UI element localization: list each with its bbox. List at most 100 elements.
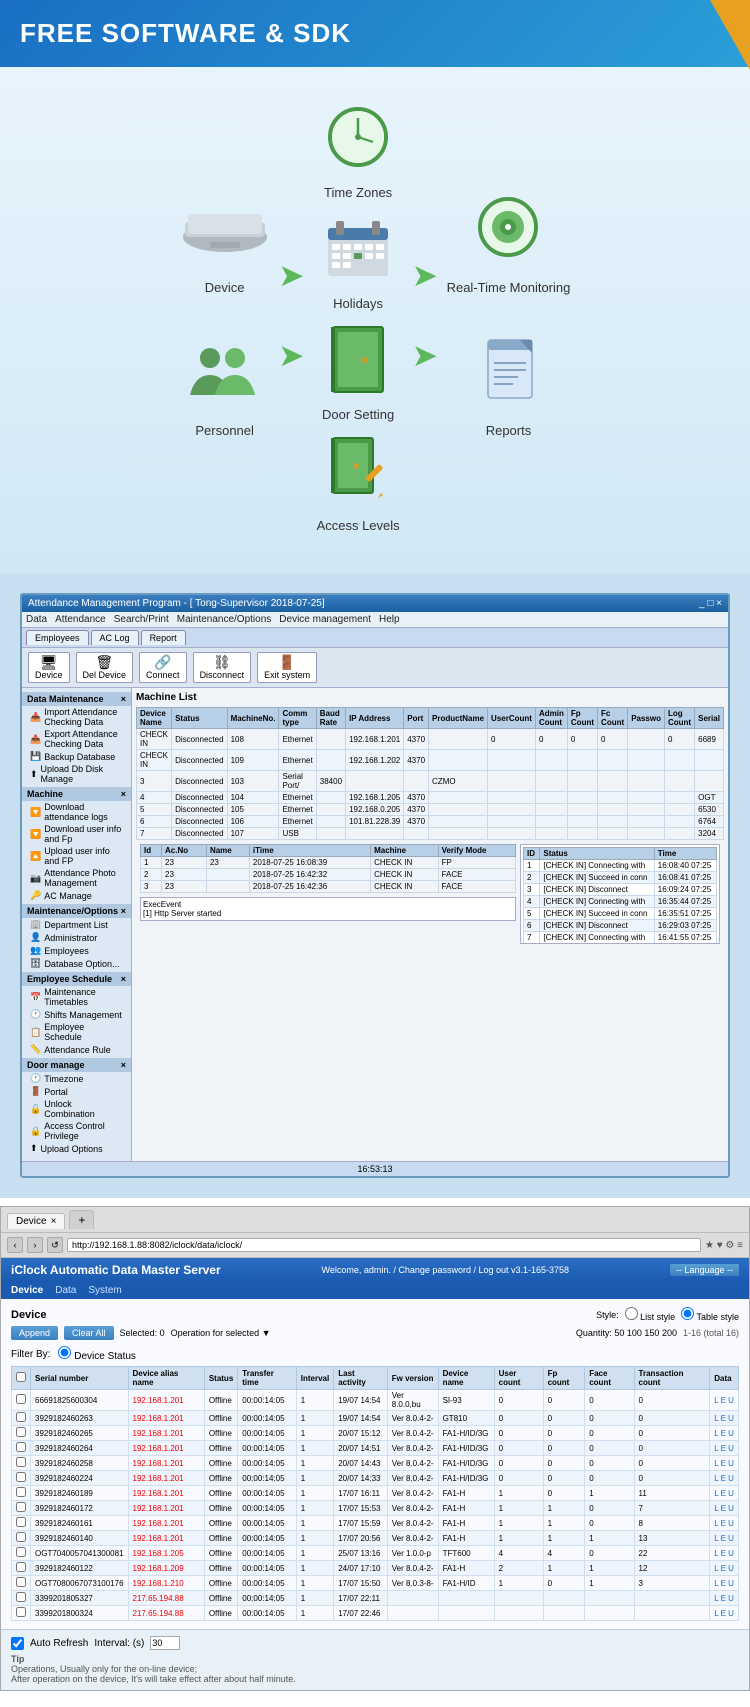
data-link[interactable]: U bbox=[728, 1444, 734, 1453]
sidebar-timezone[interactable]: 🕐 Timezone bbox=[22, 1072, 131, 1085]
log-col-id: Id bbox=[141, 845, 162, 857]
data-link[interactable]: U bbox=[728, 1396, 734, 1405]
sidebar-att-rule[interactable]: 📏 Attendance Rule bbox=[22, 1043, 131, 1056]
menu-help[interactable]: Help bbox=[379, 614, 400, 625]
language-btn[interactable]: -- Language -- bbox=[670, 1264, 739, 1276]
sidebar-upload-opts[interactable]: ⬆ Upload Options bbox=[22, 1142, 131, 1155]
list-style-radio[interactable] bbox=[625, 1307, 638, 1320]
data-link[interactable]: U bbox=[728, 1549, 734, 1558]
menu-attendance[interactable]: Attendance bbox=[55, 614, 106, 625]
nav-system[interactable]: System bbox=[88, 1285, 121, 1296]
sidebar-timetable[interactable]: 📅 Maintenance Timetables bbox=[22, 986, 131, 1008]
row-checkbox[interactable] bbox=[16, 1532, 26, 1542]
btn-device[interactable]: 🖥 Device bbox=[28, 652, 70, 683]
sidebar-upload[interactable]: ⬆ Upload Db Disk Manage bbox=[22, 763, 131, 785]
row-checkbox[interactable] bbox=[16, 1562, 26, 1572]
back-btn[interactable]: ‹ bbox=[7, 1237, 23, 1253]
row-checkbox[interactable] bbox=[16, 1547, 26, 1557]
tab-report[interactable]: Report bbox=[141, 630, 186, 645]
append-btn[interactable]: Append bbox=[11, 1326, 58, 1340]
tip-title: Tip bbox=[11, 1654, 24, 1664]
status-badge: 192.168.1.201 bbox=[133, 1504, 184, 1513]
auto-refresh-checkbox[interactable] bbox=[11, 1637, 24, 1650]
col-alias: Device alias name bbox=[128, 1367, 204, 1390]
data-link[interactable]: U bbox=[728, 1534, 734, 1543]
data-link[interactable]: U bbox=[728, 1414, 734, 1423]
menu-device[interactable]: Device management bbox=[279, 614, 371, 625]
row-checkbox[interactable] bbox=[16, 1577, 26, 1587]
data-link[interactable]: U bbox=[728, 1519, 734, 1528]
row-checkbox[interactable] bbox=[16, 1607, 26, 1617]
sidebar-emp-sched[interactable]: 📋 Employee Schedule bbox=[22, 1021, 131, 1043]
data-link[interactable]: U bbox=[728, 1429, 734, 1438]
nav-data[interactable]: Data bbox=[55, 1285, 76, 1296]
row-checkbox[interactable] bbox=[16, 1487, 26, 1497]
data-link[interactable]: U bbox=[728, 1564, 734, 1573]
browser-tab-device[interactable]: Device × bbox=[7, 1213, 65, 1229]
row-checkbox[interactable] bbox=[16, 1472, 26, 1482]
sw-tab-bar: Employees AC Log Report bbox=[22, 628, 728, 648]
menu-maintenance[interactable]: Maintenance/Options bbox=[177, 614, 272, 625]
sidebar-import[interactable]: 📥 Import Attendance Checking Data bbox=[22, 706, 131, 728]
browser-new-tab[interactable]: + bbox=[69, 1210, 94, 1229]
col-ip: IP Address bbox=[346, 708, 404, 729]
row-checkbox[interactable] bbox=[16, 1502, 26, 1512]
menu-search[interactable]: Search/Print bbox=[114, 614, 169, 625]
tab-close-icon[interactable]: × bbox=[51, 1216, 57, 1227]
tab-device-label: Device bbox=[16, 1216, 47, 1227]
db-icon: 🗄 bbox=[30, 958, 41, 969]
row-checkbox[interactable] bbox=[16, 1442, 26, 1452]
data-link[interactable]: U bbox=[728, 1504, 734, 1513]
log-col-acno: Ac.No bbox=[162, 845, 207, 857]
row-checkbox[interactable] bbox=[16, 1412, 26, 1422]
sidebar-portal[interactable]: 🚪 Portal bbox=[22, 1085, 131, 1098]
sw-menubar[interactable]: Data Attendance Search/Print Maintenance… bbox=[22, 612, 728, 628]
sidebar-dl-att[interactable]: 🔽 Download attendance logs bbox=[22, 801, 131, 823]
workflow-holidays: Holidays bbox=[313, 208, 403, 311]
btn-exit[interactable]: 🚪 Exit system bbox=[257, 652, 317, 683]
table-style-radio[interactable] bbox=[681, 1307, 694, 1320]
select-all-checkbox[interactable] bbox=[16, 1372, 26, 1382]
sidebar-header-machine: Machine × bbox=[22, 787, 131, 801]
sidebar-unlock[interactable]: 🔓 Unlock Combination bbox=[22, 1098, 131, 1120]
menu-data[interactable]: Data bbox=[26, 614, 47, 625]
url-input[interactable] bbox=[67, 1238, 701, 1252]
row-checkbox[interactable] bbox=[16, 1517, 26, 1527]
reload-btn[interactable]: ↺ bbox=[47, 1237, 63, 1253]
tab-aclog[interactable]: AC Log bbox=[91, 630, 139, 645]
tab-employees[interactable]: Employees bbox=[26, 630, 89, 645]
data-link[interactable]: U bbox=[728, 1594, 734, 1603]
data-link[interactable]: U bbox=[728, 1459, 734, 1468]
row-checkbox[interactable] bbox=[16, 1457, 26, 1467]
btn-del-device[interactable]: 🗑 Del Device bbox=[76, 652, 134, 683]
sidebar-employees[interactable]: 👥 Employees bbox=[22, 944, 131, 957]
data-link[interactable]: U bbox=[728, 1489, 734, 1498]
ac-icon: 🔑 bbox=[30, 890, 41, 901]
nav-device[interactable]: Device bbox=[11, 1285, 43, 1296]
sidebar-backup[interactable]: 💾 Backup Database bbox=[22, 750, 131, 763]
log-table: Id Ac.No Name iTime Machine Verify Mode … bbox=[140, 844, 516, 893]
data-link[interactable]: U bbox=[728, 1579, 734, 1588]
sidebar-photo[interactable]: 📷 Attendance Photo Management bbox=[22, 867, 131, 889]
row-checkbox[interactable] bbox=[16, 1394, 26, 1404]
sidebar-access-ctrl[interactable]: 🔒 Access Control Privilege bbox=[22, 1120, 131, 1142]
sidebar-export[interactable]: 📤 Export Attendance Checking Data bbox=[22, 728, 131, 750]
sidebar-ac[interactable]: 🔑 AC Manage bbox=[22, 889, 131, 902]
row-checkbox[interactable] bbox=[16, 1427, 26, 1437]
sidebar-db[interactable]: 🗄 Database Option... bbox=[22, 957, 131, 970]
filter-device-status-radio[interactable] bbox=[58, 1346, 71, 1359]
interval-input[interactable] bbox=[150, 1636, 180, 1650]
clear-all-btn[interactable]: Clear All bbox=[64, 1326, 114, 1340]
sidebar-admin[interactable]: 👤 Administrator bbox=[22, 931, 131, 944]
sidebar-dl-user[interactable]: 🔽 Download user info and Fp bbox=[22, 823, 131, 845]
forward-btn[interactable]: › bbox=[27, 1237, 43, 1253]
row-checkbox[interactable] bbox=[16, 1592, 26, 1602]
sidebar-shifts[interactable]: 🕐 Shifts Management bbox=[22, 1008, 131, 1021]
data-link[interactable]: U bbox=[728, 1609, 734, 1618]
sidebar-dept[interactable]: 🏢 Department List bbox=[22, 918, 131, 931]
btn-disconnect[interactable]: ⛓ Disconnect bbox=[193, 652, 252, 683]
data-link[interactable]: U bbox=[728, 1474, 734, 1483]
btn-connect[interactable]: 🔗 Connect bbox=[139, 652, 187, 683]
btn-disconnect-label: Disconnect bbox=[200, 670, 245, 680]
sidebar-ul-user[interactable]: 🔼 Upload user info and FP bbox=[22, 845, 131, 867]
